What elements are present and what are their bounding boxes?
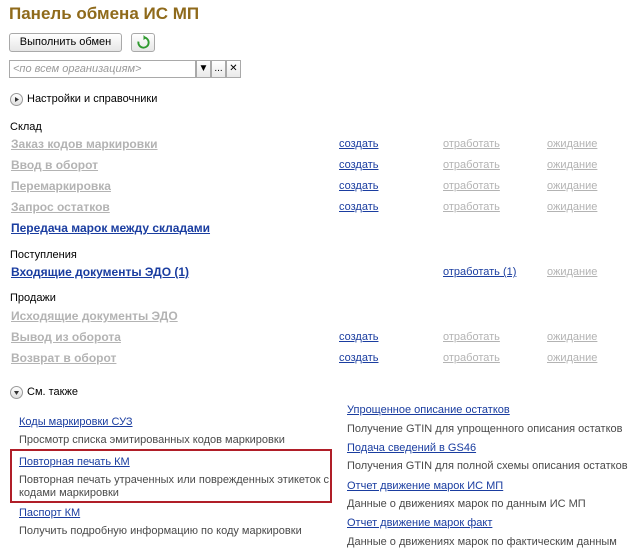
reprint-km-link[interactable]: Повторная печать КМ <box>19 456 130 468</box>
simplified-stock-desc: Получение GTIN для упрощенного описания … <box>347 423 623 435</box>
process-link: отработать <box>443 138 500 150</box>
process-link: отработать <box>443 352 500 364</box>
create-link[interactable]: создать <box>339 138 378 150</box>
create-link[interactable]: создать <box>339 180 378 192</box>
row-stock-request: Запрос остатков <box>11 200 110 214</box>
process-link: отработать <box>443 331 500 343</box>
row-outgoing-edo: Исходящие документы ЭДО <box>11 309 178 323</box>
expand-toggle-icon[interactable] <box>10 93 23 106</box>
select-button[interactable]: ... <box>211 60 226 78</box>
clear-button[interactable]: ✕ <box>226 60 241 78</box>
report-ismp-desc: Данные о движениях марок по данным ИС МП <box>347 498 586 510</box>
report-ismp-link[interactable]: Отчет движение марок ИС МП <box>347 480 503 492</box>
section-sales-label: Продажи <box>10 292 56 304</box>
wait-link: ожидание <box>547 331 598 343</box>
collapse-toggle-icon[interactable] <box>10 386 23 399</box>
row-incoming-edo[interactable]: Входящие документы ЭДО (1) <box>11 265 189 279</box>
wait-link: ожидание <box>547 352 598 364</box>
row-introduce-to-circulation: Ввод в оборот <box>11 158 99 172</box>
row-withdrawal: Вывод из оборота <box>11 330 121 344</box>
wait-link: ожидание <box>547 159 598 171</box>
page-title: Панель обмена ИС МП <box>9 4 200 23</box>
dropdown-arrow-button[interactable]: ▼ <box>196 60 211 78</box>
create-link[interactable]: создать <box>339 159 378 171</box>
wait-link: ожидание <box>547 180 598 192</box>
row-order-codes: Заказ кодов маркировки <box>11 137 158 151</box>
refresh-icon <box>137 35 150 49</box>
create-link[interactable]: создать <box>339 352 378 364</box>
create-link[interactable]: создать <box>339 201 378 213</box>
reprint-km-desc-line1: Повторная печать утраченных или поврежде… <box>19 474 330 486</box>
create-link[interactable]: создать <box>339 331 378 343</box>
km-passport-link[interactable]: Паспорт КМ <box>19 507 80 519</box>
report-fact-desc: Данные о движениях марок по фактическим … <box>347 536 617 548</box>
row-remarking: Перемаркировка <box>11 179 111 193</box>
process-link: отработать <box>443 180 500 192</box>
run-exchange-button[interactable]: Выполнить обмен <box>9 33 122 52</box>
settings-link[interactable]: Настройки и справочники <box>27 93 157 105</box>
wait-link: ожидание <box>547 138 598 150</box>
row-return-to-circulation: Возврат в оборот <box>11 351 117 365</box>
reprint-km-desc-line2: кодами маркировки <box>19 487 119 499</box>
simplified-stock-link[interactable]: Упрощенное описание остатков <box>347 404 510 416</box>
process-link: отработать <box>443 159 500 171</box>
suz-codes-desc: Просмотр списка эмитированных кодов марк… <box>19 434 285 446</box>
gs46-link[interactable]: Подача сведений в GS46 <box>347 442 476 454</box>
process-link: отработать <box>443 201 500 213</box>
organization-filter-input[interactable]: <по всем организациям> <box>9 60 196 78</box>
see-also-label[interactable]: См. также <box>27 386 78 398</box>
report-fact-link[interactable]: Отчет движение марок факт <box>347 517 492 529</box>
process-link[interactable]: отработать (1) <box>443 266 516 278</box>
refresh-button[interactable] <box>131 33 155 52</box>
section-incoming-label: Поступления <box>10 249 77 261</box>
km-passport-desc: Получить подробную информацию по коду ма… <box>19 525 302 537</box>
gs46-desc: Получения GTIN для полной схемы описания… <box>347 460 628 472</box>
row-transfer-between-warehouses[interactable]: Передача марок между складами <box>11 221 210 235</box>
wait-link: ожидание <box>547 201 598 213</box>
wait-link: ожидание <box>547 266 598 278</box>
section-warehouse-label: Склад <box>10 121 42 133</box>
suz-codes-link[interactable]: Коды маркировки СУЗ <box>19 416 132 428</box>
